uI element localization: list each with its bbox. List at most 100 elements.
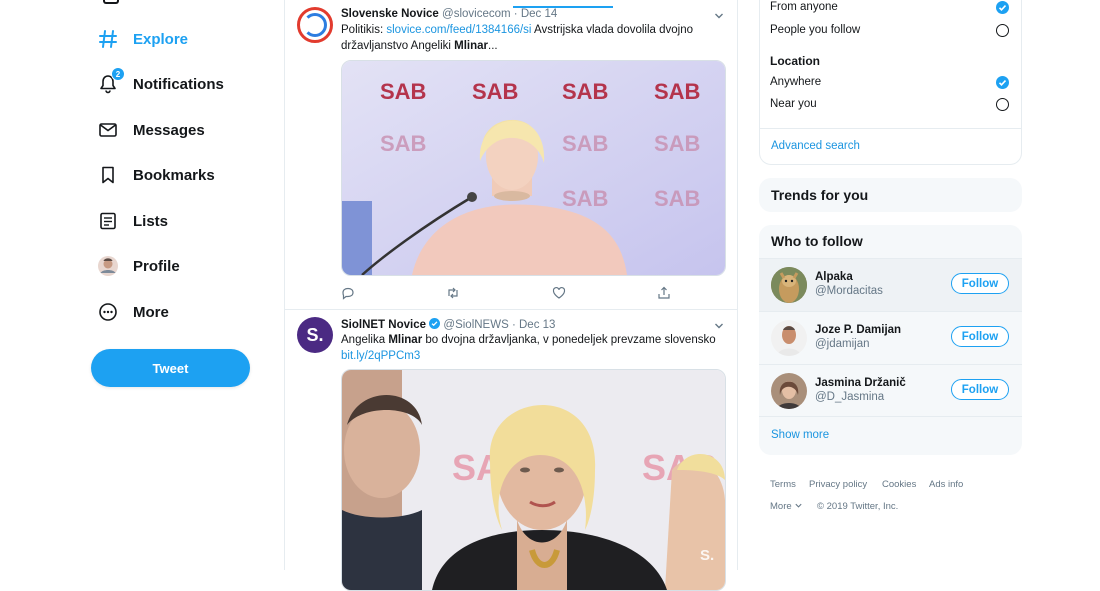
timeline: Slovenske Novice @slovicecom · Dec 14 Po… <box>284 0 738 591</box>
tweet-author-name[interactable]: SiolNET Novice <box>341 319 426 331</box>
footer-more-label: More <box>770 501 792 512</box>
verified-badge-icon <box>429 318 441 329</box>
retweet-icon[interactable] <box>446 286 460 300</box>
media-banner-text: SAB <box>654 79 700 104</box>
filter-anywhere[interactable]: Anywhere <box>770 76 821 88</box>
bell-icon: 2 <box>97 67 125 95</box>
tweet-text-suffix: ... <box>488 40 498 52</box>
follow-suggestion-row[interactable]: Jasmina Držanič @D_Jasmina Follow <box>759 364 1022 417</box>
tweet-card[interactable]: Slovenske Novice @slovicecom · Dec 14 Po… <box>285 0 737 310</box>
nav-notifications[interactable]: 2 Notifications <box>97 67 224 99</box>
tweet-header: Slovenske Novice @slovicecom · Dec 14 <box>341 8 557 20</box>
home-icon-partial[interactable] <box>103 0 119 4</box>
footer-copyright: © 2019 Twitter, Inc. <box>817 501 899 512</box>
tweet-author-handle[interactable]: @slovicecom <box>442 8 511 20</box>
follow-button[interactable]: Follow <box>951 273 1009 294</box>
nav-messages[interactable]: Messages <box>97 115 205 145</box>
nav-lists-label: Lists <box>133 212 169 230</box>
tweet-separator: · <box>511 319 519 331</box>
nav-lists[interactable]: Lists <box>97 206 168 236</box>
chevron-down-icon[interactable] <box>713 320 725 332</box>
location-heading: Location <box>770 54 820 68</box>
chevron-down-icon <box>795 503 802 508</box>
user-avatar[interactable] <box>771 320 807 356</box>
user-handle[interactable]: @jdamijan <box>815 338 870 350</box>
tweet-text-prefix: Angelika <box>341 334 389 346</box>
like-heart-icon[interactable] <box>552 286 566 300</box>
nav-explore-label: Explore <box>133 30 189 48</box>
tweet-avatar[interactable] <box>297 7 333 43</box>
advanced-search-link[interactable]: Advanced search <box>771 140 860 152</box>
tweet-author-name[interactable]: Slovenske Novice <box>341 8 439 20</box>
footer-cookies-link[interactable]: Cookies <box>882 479 916 490</box>
nav-bookmarks[interactable]: Bookmarks <box>97 160 215 190</box>
media-banner-text: SAB <box>472 79 518 104</box>
user-name[interactable]: Jasmina Držanič <box>815 377 906 389</box>
media-banner-text: SAB <box>562 131 608 156</box>
tweet-button[interactable]: Tweet <box>91 349 250 387</box>
reply-icon[interactable] <box>341 286 355 300</box>
user-handle[interactable]: @D_Jasmina <box>815 391 884 403</box>
profile-avatar <box>97 255 119 277</box>
user-avatar[interactable] <box>771 267 807 303</box>
media-watermark-text: S. <box>700 547 714 564</box>
tweet-separator: · <box>513 8 521 20</box>
tweet-date[interactable]: Dec 13 <box>519 319 555 331</box>
who-to-follow-title: Who to follow <box>771 233 863 249</box>
media-banner-text: SAB <box>562 79 608 104</box>
nav-more[interactable]: More <box>97 297 169 327</box>
nav-profile[interactable]: Profile <box>97 251 180 281</box>
checkmark-radio-icon[interactable] <box>996 76 1009 89</box>
user-avatar[interactable] <box>771 373 807 409</box>
hashtag-icon <box>97 28 119 50</box>
divider <box>759 128 1022 129</box>
checkmark-radio-icon[interactable] <box>996 1 1009 14</box>
footer-privacy-link[interactable]: Privacy policy <box>809 479 867 490</box>
show-more-link[interactable]: Show more <box>771 429 829 441</box>
footer-terms-link[interactable]: Terms <box>770 479 796 490</box>
radio-empty-icon[interactable] <box>996 98 1009 111</box>
follow-suggestion-row[interactable]: Joze P. Damijan @jdamijan Follow <box>759 311 1022 364</box>
follow-suggestion-row[interactable]: Alpaka @Mordacitas Follow <box>759 258 1022 311</box>
more-dots-icon <box>97 301 119 323</box>
user-handle[interactable]: @Mordacitas <box>815 285 883 297</box>
chevron-down-icon[interactable] <box>713 10 725 22</box>
media-banner-text: SAB <box>654 186 700 211</box>
nav-bookmarks-label: Bookmarks <box>133 166 215 184</box>
filter-near-you[interactable]: Near you <box>770 98 817 110</box>
tweet-text-prefix: Politikis: <box>341 24 387 36</box>
footer-ads-link[interactable]: Ads info <box>929 479 963 490</box>
footer-more-link[interactable]: More <box>770 501 803 512</box>
tweet-text: Politikis: slovice.com/feed/1384166/si A… <box>341 22 721 54</box>
divider <box>759 416 1022 417</box>
tweet-date[interactable]: Dec 14 <box>521 8 557 20</box>
media-banner-text: SAB <box>562 186 608 211</box>
envelope-icon <box>97 119 119 141</box>
tweet-text-mid: bo dvojna državljanka, v ponedeljek prev… <box>422 334 716 346</box>
follow-button[interactable]: Follow <box>951 326 1009 347</box>
nav-explore[interactable]: Explore <box>97 24 188 54</box>
tweet-header: SiolNET Novice @SiolNEWS · Dec 13 <box>341 318 555 331</box>
notification-count-badge: 2 <box>111 67 125 81</box>
nav-messages-label: Messages <box>133 121 205 139</box>
tweet-media-image[interactable]: SAB SAB SAB SAB SAB SAB SAB SAB SAB <box>341 60 726 276</box>
tweet-highlight: Mlinar <box>388 334 423 346</box>
filter-from-anyone[interactable]: From anyone <box>770 1 838 13</box>
share-icon[interactable] <box>657 286 671 300</box>
tweet-text: Angelika Mlinar bo dvojna državljanka, v… <box>341 332 721 364</box>
user-name[interactable]: Joze P. Damijan <box>815 324 901 336</box>
bookmark-icon <box>97 164 119 186</box>
tweet-author-handle[interactable]: @SiolNEWS <box>443 319 508 331</box>
nav-notifications-label: Notifications <box>133 75 224 93</box>
media-banner-text: SAB <box>654 131 700 156</box>
follow-button[interactable]: Follow <box>951 379 1009 400</box>
tweet-link[interactable]: bit.ly/2qPPCm3 <box>341 350 420 362</box>
radio-empty-icon[interactable] <box>996 24 1009 37</box>
filter-people-you-follow[interactable]: People you follow <box>770 24 860 36</box>
tweet-avatar[interactable]: S. <box>297 317 333 353</box>
tweet-card[interactable]: S. SiolNET Novice @SiolNEWS · Dec 13 Ang… <box>285 310 737 591</box>
user-name[interactable]: Alpaka <box>815 271 853 283</box>
tweet-media-image[interactable]: SAB SAB S. <box>341 369 726 591</box>
tweet-link[interactable]: slovice.com/feed/1384166/si <box>386 24 531 36</box>
nav-more-label: More <box>133 303 169 321</box>
